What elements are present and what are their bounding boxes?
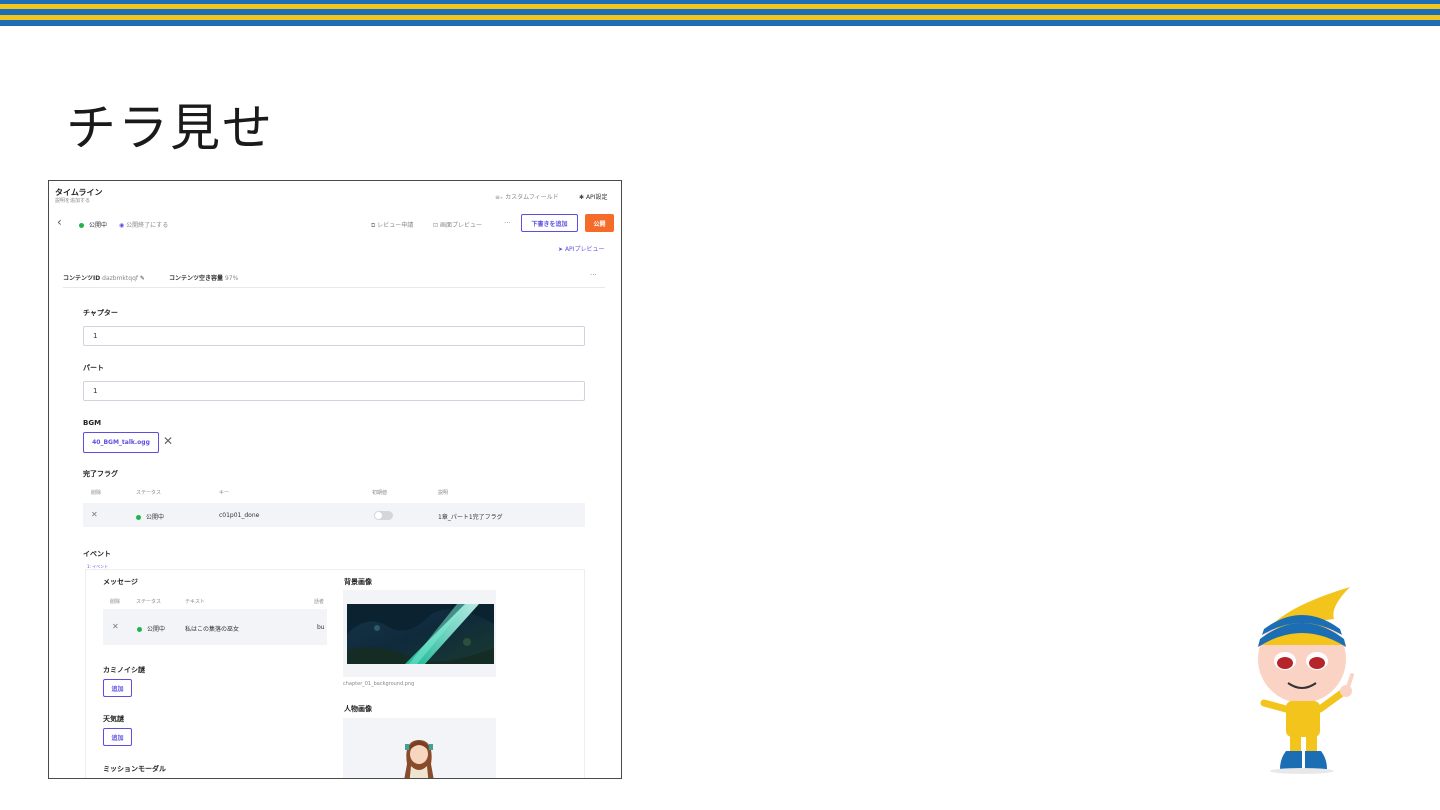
gear-icon: ✱ <box>579 194 585 201</box>
mission-label: ミッションモーダル <box>103 765 166 773</box>
chapter-label: チャプター <box>83 309 118 317</box>
meta-more-button[interactable]: ··· <box>590 271 597 279</box>
msg-header-delete: 削除 <box>110 599 121 605</box>
more-menu-button[interactable]: ··· <box>504 219 511 227</box>
header-stripes <box>0 0 1440 26</box>
flag-label: 完了フラグ <box>83 470 118 478</box>
background-thumbnail <box>347 604 494 664</box>
status-dot <box>79 223 84 228</box>
flag-row-status: 公開中 <box>136 512 164 521</box>
divider <box>63 287 605 288</box>
slide-title: チラ見せ <box>66 99 274 157</box>
kamino-add-button[interactable]: 追加 <box>103 679 132 697</box>
bgm-label: BGM <box>83 419 102 427</box>
weather-add-button[interactable]: 追加 <box>103 728 132 746</box>
api-preview-link[interactable]: ➤ APIプレビュー <box>558 244 604 253</box>
bg-image-label: 背景画像 <box>344 578 372 586</box>
person-image-label: 人物画像 <box>344 705 372 713</box>
initial-value-toggle[interactable] <box>374 511 393 520</box>
status-badge: 公開中 <box>79 220 107 229</box>
mascot-illustration <box>1258 587 1354 774</box>
character-thumbnail <box>404 740 434 778</box>
review-icon: ⧉ <box>371 222 376 229</box>
flag-row-description: 1章_パート1完了フラグ <box>438 514 503 521</box>
bg-file-name: chapter_01_background.png <box>343 681 415 687</box>
message-row-status: 公開中 <box>137 624 165 633</box>
msg-header-text: テキスト <box>185 599 205 605</box>
msg-header-speaker: 話者 <box>314 599 325 605</box>
part-label: パート <box>83 364 104 372</box>
screen-preview-button[interactable]: ⊡ 画面プレビュー <box>433 220 482 229</box>
end-publish-button[interactable]: ◉ 公開終了にする <box>119 220 168 229</box>
back-chevron-icon[interactable]: ‹ <box>57 216 62 228</box>
message-row-speaker: bu <box>317 624 325 631</box>
publish-button[interactable]: 公開 <box>585 214 614 232</box>
custom-field-icon: ≡₊ <box>495 194 504 201</box>
radio-icon: ◉ <box>119 222 125 229</box>
flag-row-key: c01p01_done <box>219 512 260 519</box>
msg-header-status: ステータス <box>136 599 162 605</box>
page-subtitle[interactable]: 説明を追加する <box>55 197 90 204</box>
message-label: メッセージ <box>103 578 138 586</box>
flag-header-key: キー <box>219 490 230 496</box>
weather-label: 天気謎 <box>103 715 124 723</box>
remove-bgm-icon[interactable]: ✕ <box>163 434 173 448</box>
custom-field-link[interactable]: ≡₊ カスタムフィールド <box>495 192 559 201</box>
pencil-icon[interactable]: ✎ <box>140 275 145 282</box>
content-capacity: コンテンツ空き容量 97% <box>169 275 239 282</box>
delete-message-icon[interactable]: ✕ <box>112 622 119 631</box>
content-id: コンテンツID dazbmktqqf ✎ <box>63 275 145 282</box>
person-image-box[interactable] <box>343 718 496 778</box>
part-input[interactable]: 1 <box>83 381 585 401</box>
flag-header-description: 説明 <box>438 490 449 496</box>
review-request-button[interactable]: ⧉ レビュー申請 <box>371 220 413 230</box>
flag-header-delete: 削除 <box>91 490 102 496</box>
delete-row-icon[interactable]: ✕ <box>91 510 98 519</box>
message-row-text: 私はこの集落の巫女 <box>185 626 240 633</box>
chapter-input[interactable]: 1 <box>83 326 585 346</box>
cms-screenshot: タイムライン 説明を追加する ≡₊ カスタムフィールド ✱ API設定 ‹ 公開… <box>48 180 622 779</box>
bg-image-box[interactable] <box>343 590 496 677</box>
add-draft-button[interactable]: 下書きを追加 <box>521 214 578 232</box>
bgm-file-chip[interactable]: 40_BGM_talk.ogg <box>83 432 159 453</box>
flag-header-initial: 初期値 <box>372 490 388 496</box>
preview-icon: ⊡ <box>433 222 439 229</box>
flag-header-status: ステータス <box>136 490 162 496</box>
api-settings-link[interactable]: ✱ API設定 <box>579 192 607 201</box>
send-icon: ➤ <box>558 246 564 253</box>
event-label: イベント <box>83 550 111 558</box>
kamino-label: カミノイシ謎 <box>103 666 145 674</box>
